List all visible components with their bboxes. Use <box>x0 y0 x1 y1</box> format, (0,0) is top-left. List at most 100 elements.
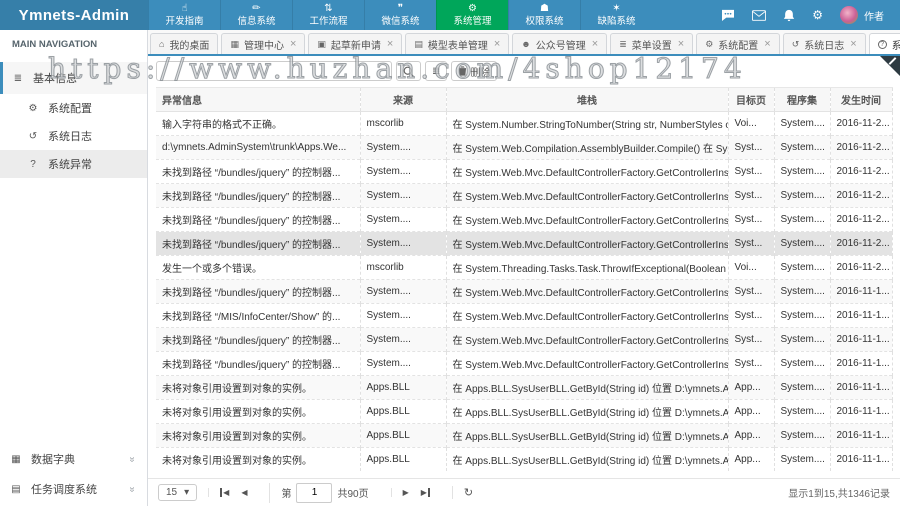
cell-stack: 在 System.Web.Mvc.DefaultControllerFactor… <box>445 303 728 328</box>
envelope-icon[interactable] <box>752 9 767 21</box>
brand-logo[interactable]: Ymnets-Admin <box>0 0 148 30</box>
tab[interactable]: ▤ 模型表单管理 × <box>405 33 510 54</box>
table-row[interactable]: 未找到路径 “/bundles/jquery” 的控制器... System..… <box>156 207 893 232</box>
cell-assembly: System.... <box>773 231 830 256</box>
table-row[interactable]: 输入字符串的格式不正确。 mscorlib 在 System.Number.St… <box>156 111 893 136</box>
close-icon[interactable]: × <box>387 38 393 50</box>
user-menu[interactable]: 作者 <box>840 6 884 24</box>
table-row[interactable]: d:\ymnets.AdminSystem\trunk\Apps.We... S… <box>156 135 893 160</box>
cell-stack: 在 System.Threading.Tasks.Task.ThrowIfExc… <box>445 255 728 280</box>
table-row[interactable]: 未将对象引用设置到对象的实例。 Apps.BLL 在 Apps.BLL.SysU… <box>156 399 893 424</box>
cell-source: System.... <box>359 231 446 256</box>
search-button[interactable] <box>396 61 421 81</box>
detail-button[interactable]: ≣ <box>425 61 448 81</box>
top-menu-item[interactable]: ⇅ 工作流程 <box>292 0 364 30</box>
gear-icon: ⚙ <box>705 38 714 49</box>
sidebar-subitem[interactable]: ↺ 系统日志 <box>0 122 147 150</box>
tab[interactable]: ↺ 系统日志 × <box>782 33 866 54</box>
table-row[interactable]: 未找到路径 “/bundles/jquery” 的控制器... System..… <box>156 351 893 376</box>
table-row[interactable]: 未找到路径 “/bundles/jquery” 的控制器... System..… <box>156 279 893 304</box>
table-row[interactable]: 未找到路径 “/bundles/jquery” 的控制器... System..… <box>156 183 893 208</box>
table-icon: ▦ <box>11 453 21 465</box>
top-menu-item[interactable]: ❞ 微信系统 <box>364 0 436 30</box>
chevron-double-down-icon: » <box>126 456 138 462</box>
gears-icon[interactable]: ⚙ <box>812 8 823 22</box>
tab[interactable]: ≣ 菜单设置 × <box>610 33 694 54</box>
close-icon[interactable]: × <box>592 38 598 50</box>
tab[interactable]: ▣ 起草新申请 × <box>308 33 403 54</box>
column-header-stack[interactable]: 堆栈 <box>445 87 728 112</box>
delete-button[interactable]: 删除 <box>451 61 498 81</box>
close-icon[interactable]: × <box>290 38 296 50</box>
cell-source: Apps.BLL <box>359 447 446 471</box>
cell-time: 2016-11-1... <box>829 279 893 304</box>
first-page-button[interactable]: ◀ <box>220 488 229 497</box>
tab[interactable]: ⌂ 我的桌面 × <box>150 33 219 54</box>
column-header-time[interactable]: 发生时间 <box>829 87 893 112</box>
top-menu-item[interactable]: ☗ 权限系统 <box>508 0 580 30</box>
top-menu-item[interactable]: ✶ 缺陷系统 <box>580 0 652 30</box>
cell-target: Syst... <box>727 135 774 160</box>
tab[interactable]: ⚙ 系统配置 × <box>696 33 780 54</box>
sidebar-subitem[interactable]: ⚙ 系统配置 <box>0 94 147 122</box>
sidebar-item[interactable]: ▦ 数据字典 » <box>0 444 147 474</box>
cell-time: 2016-11-1... <box>829 375 893 400</box>
table-row[interactable]: 未将对象引用设置到对象的实例。 Apps.BLL 在 Apps.BLL.SysU… <box>156 423 893 448</box>
cell-assembly: System.... <box>773 327 830 352</box>
table-row[interactable]: 未将对象引用设置到对象的实例。 Apps.BLL 在 Apps.BLL.SysU… <box>156 447 893 471</box>
table-row[interactable]: 未找到路径 “/MIS/InfoCenter/Show” 的... System… <box>156 303 893 328</box>
refresh-button[interactable]: ↻ <box>464 486 473 499</box>
cell-target: Syst... <box>727 279 774 304</box>
cell-assembly: System.... <box>773 183 830 208</box>
cell-time: 2016-11-2... <box>829 231 893 256</box>
column-header-exception[interactable]: 异常信息 <box>156 87 360 112</box>
cell-source: System.... <box>359 303 446 328</box>
cell-message: 未找到路径 “/MIS/InfoCenter/Show” 的... <box>156 303 360 328</box>
caret-down-icon: ▾ <box>184 487 190 498</box>
cell-target: Voi... <box>727 111 774 136</box>
fullscreen-corner[interactable] <box>880 56 900 76</box>
top-menu-item[interactable]: ✏ 信息系统 <box>220 0 292 30</box>
close-icon[interactable]: × <box>850 38 856 50</box>
sidebar-item[interactable]: ▤ 任务调度系统 » <box>0 474 147 504</box>
close-icon[interactable]: × <box>764 38 770 50</box>
cogs-icon: ⚙ <box>468 2 477 14</box>
column-header-assembly[interactable]: 程序集 <box>773 87 830 112</box>
table-row[interactable]: 未找到路径 “/bundles/jquery” 的控制器... System..… <box>156 327 893 352</box>
cell-message: 未找到路径 “/bundles/jquery” 的控制器... <box>156 351 360 376</box>
bell-icon[interactable] <box>783 9 795 22</box>
last-page-button[interactable]: ▶ <box>421 488 430 497</box>
cell-message: 未将对象引用设置到对象的实例。 <box>156 399 360 424</box>
close-icon[interactable]: × <box>494 38 500 50</box>
sidebar-subitem[interactable]: ? 系统异常 <box>0 150 147 178</box>
cell-stack: 在 System.Web.Mvc.DefaultControllerFactor… <box>445 279 728 304</box>
table-row[interactable]: 发生一个或多个错误。 mscorlib 在 System.Threading.T… <box>156 255 893 280</box>
top-menu-item[interactable]: ☝ 开发指南 <box>148 0 220 30</box>
column-header-target[interactable]: 目标页 <box>727 87 774 112</box>
sidebar-item-basic-info[interactable]: ≣ 基本信息 <box>0 62 147 94</box>
cell-assembly: System.... <box>773 255 830 280</box>
column-header-source[interactable]: 来源 <box>359 87 446 112</box>
top-menu-item[interactable]: ⚙ 系统管理 <box>436 0 508 30</box>
cell-source: System.... <box>359 159 446 184</box>
tab[interactable]: ? 系统异常 × <box>868 33 900 54</box>
cell-time: 2016-11-1... <box>829 351 893 376</box>
next-page-button[interactable]: ▶ <box>403 488 409 497</box>
cell-assembly: System.... <box>773 447 830 471</box>
table-row[interactable]: 未找到路径 “/bundles/jquery” 的控制器... System..… <box>156 231 893 256</box>
table-row[interactable]: 未找到路径 “/bundles/jquery” 的控制器... System..… <box>156 159 893 184</box>
prev-page-button[interactable]: ◀ <box>241 488 247 497</box>
cell-time: 2016-11-2... <box>829 255 893 280</box>
page-size-select[interactable]: 15 ▾ <box>158 484 198 501</box>
search-input[interactable] <box>156 61 392 81</box>
table-row[interactable]: 未将对象引用设置到对象的实例。 Apps.BLL 在 Apps.BLL.SysU… <box>156 375 893 400</box>
cell-message: d:\ymnets.AdminSystem\trunk\Apps.We... <box>156 135 360 160</box>
cell-target: App... <box>727 447 774 471</box>
close-icon[interactable]: × <box>678 38 684 50</box>
cell-source: System.... <box>359 351 446 376</box>
tab[interactable]: ▦ 管理中心 × <box>221 33 306 54</box>
tab[interactable]: ☻ 公众号管理 × <box>512 33 608 54</box>
history-icon: ↺ <box>28 130 38 142</box>
comment-icon[interactable] <box>721 9 735 21</box>
page-number-input[interactable] <box>296 482 333 503</box>
